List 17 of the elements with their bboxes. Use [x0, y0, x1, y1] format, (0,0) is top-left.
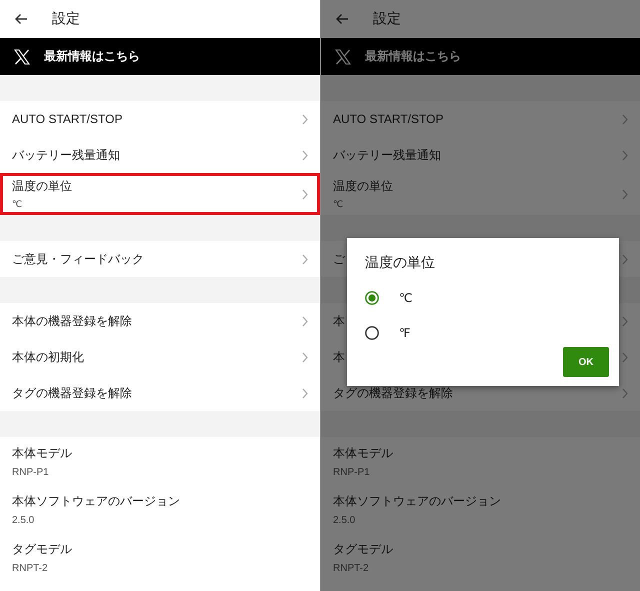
info-value: 2.5.0 [333, 514, 356, 526]
screen-title: 設定 [52, 10, 80, 28]
info-value: RNP-P1 [12, 466, 50, 478]
info-value: 2.5.0 [12, 514, 36, 526]
info-label: タグモデル [12, 540, 73, 558]
banner-text: 最新情報はこちら [365, 48, 461, 65]
info-value: RNPT-2 [12, 562, 49, 574]
info-label: タグモデル [333, 540, 394, 558]
screen-title: 設定 [373, 10, 401, 28]
info-label: 本体モデル [12, 444, 73, 462]
info-value: RNP-P1 [333, 466, 371, 478]
info-label: 本体モデル [333, 444, 394, 462]
dialog-title: 温度の単位 [365, 254, 436, 272]
info-value: RNPT-2 [333, 562, 370, 574]
banner-text: 最新情報はこちら [44, 48, 140, 65]
info-label: 本体ソフトウェアのバージョン [12, 492, 181, 510]
info-label: 本体ソフトウェアのバージョン [333, 492, 502, 510]
